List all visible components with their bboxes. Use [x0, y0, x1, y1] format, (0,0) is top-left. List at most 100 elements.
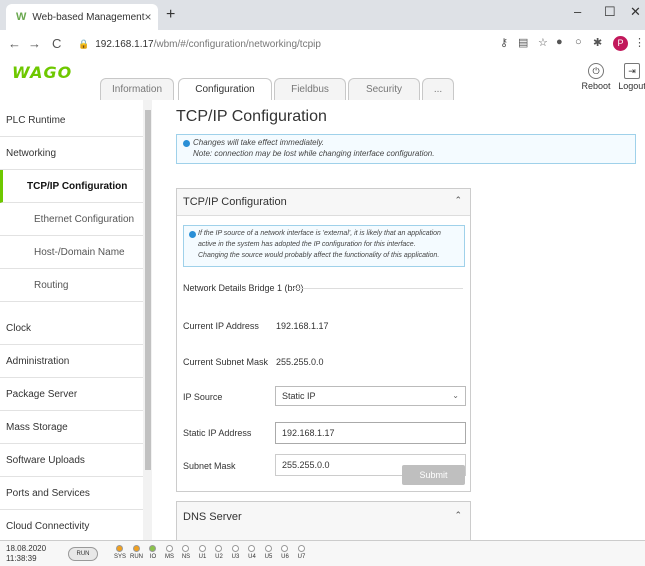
led-sys-icon	[116, 545, 123, 552]
star-icon[interactable]: ☆	[538, 36, 548, 49]
led-label: MS	[165, 554, 174, 560]
led-label: SYS	[113, 554, 126, 560]
chevron-up-icon[interactable]: ⌃	[454, 510, 462, 521]
back-arrow-icon[interactable]: ←	[8, 36, 21, 51]
notice-line-1: Changes will take effect immediately.	[193, 138, 325, 147]
sidebar-item-ports-and-services[interactable]: Ports and Services	[0, 477, 143, 510]
led-io-icon	[149, 545, 156, 552]
led-run-icon	[132, 545, 140, 552]
sidebar-item-networking[interactable]: Networking	[0, 137, 143, 170]
wago-favicon-icon: W	[16, 11, 27, 23]
sidebar-item-host-domain-name[interactable]: Host-/Domain Name	[0, 236, 143, 269]
logout-label: Logout	[618, 81, 645, 91]
sidebar-item-administration[interactable]: Administration	[0, 345, 143, 378]
ip-source-select[interactable]: Static IP ⌄	[275, 386, 466, 406]
info-icon	[189, 231, 196, 238]
sidebar-scrollbar-thumb[interactable]	[145, 110, 151, 470]
logout-button[interactable]: ⇥ Logout	[612, 63, 645, 91]
ip-source-label: IP Source	[183, 392, 223, 402]
led-label: U1	[198, 554, 207, 560]
tab-configuration[interactable]: Configuration	[178, 78, 272, 102]
tab-fieldbus[interactable]: Fieldbus	[274, 78, 346, 101]
main-content: TCP/IP Configuration Changes will take e…	[152, 100, 645, 540]
translate-icon[interactable]: ▤	[518, 36, 528, 49]
browser-tab[interactable]: W Web-based Management ×	[6, 4, 158, 30]
led-label: U7	[297, 554, 306, 560]
browser-tab-bar: W Web-based Management × + – ☐ ✕	[0, 0, 645, 30]
sidebar-item-mass-storage[interactable]: Mass Storage	[0, 411, 143, 444]
lock-icon: 🔒	[78, 38, 90, 49]
led-label: U5	[264, 554, 273, 560]
wago-logo: WAGO	[12, 63, 73, 82]
tab-more[interactable]: ...	[422, 78, 454, 101]
extension-icon[interactable]: ●	[556, 36, 563, 48]
app-header: WAGO Information Configuration Fieldbus …	[0, 58, 645, 102]
minimize-icon[interactable]: –	[574, 4, 581, 19]
ip-source-info: If the IP source of a network interface …	[183, 225, 465, 267]
led-label: U4	[248, 554, 256, 560]
led-label: U3	[231, 554, 240, 560]
maximize-icon[interactable]: ☐	[604, 4, 616, 20]
dns-panel[interactable]: DNS Server ⌃	[176, 501, 471, 540]
static-ip-input[interactable]: 192.168.1.17	[275, 422, 466, 444]
current-mask-label: Current Subnet Mask	[183, 357, 269, 367]
dns-panel-title: DNS Server	[183, 511, 242, 523]
tcpip-panel: TCP/IP Configuration ⌃ If the IP source …	[176, 188, 471, 492]
sidebar-item-tcpip-configuration[interactable]: TCP/IP Configuration	[0, 170, 143, 203]
current-ip-value: 192.168.1.17	[276, 321, 329, 331]
led-u2-icon	[215, 545, 222, 552]
address-bar: ← → C 🔒 192.168.1.17/wbm/#/configuration…	[0, 30, 645, 59]
url-path: /wbm/#/configuration/networking/tcpip	[153, 38, 321, 50]
led-label: U6	[281, 554, 289, 560]
submit-button[interactable]: Submit	[402, 465, 465, 485]
static-ip-label: Static IP Address	[183, 428, 252, 438]
current-mask-value: 255.255.0.0	[276, 357, 324, 367]
info-icon	[183, 140, 190, 147]
led-label: RUN	[130, 554, 143, 560]
menu-dots-icon[interactable]: ⋮	[634, 36, 645, 49]
new-tab-button[interactable]: +	[166, 6, 175, 24]
sidebar-item-routing[interactable]: Routing	[0, 269, 143, 302]
tab-information[interactable]: Information	[100, 78, 174, 101]
tab-security[interactable]: Security	[348, 78, 420, 101]
close-tab-icon[interactable]: ×	[145, 10, 152, 24]
puzzle-icon[interactable]: ✱	[593, 36, 602, 49]
reload-icon[interactable]: C	[52, 36, 61, 51]
forward-arrow-icon[interactable]: →	[28, 36, 41, 51]
browser-tab-title: Web-based Management	[32, 11, 145, 23]
chevron-down-icon: ⌄	[452, 391, 459, 400]
led-u7-icon	[297, 545, 305, 552]
profile-avatar[interactable]: P	[613, 36, 628, 51]
reboot-label: Reboot	[581, 81, 611, 91]
sidebar: PLC Runtime Networking TCP/IP Configurat…	[0, 100, 153, 540]
url-host: 192.168.1.17	[95, 38, 154, 50]
change-notice: Changes will take effect immediately. No…	[176, 134, 636, 164]
logout-icon: ⇥	[624, 63, 640, 79]
network-details-heading: Network Details Bridge 1 (br0)	[183, 283, 304, 293]
chevron-up-icon[interactable]: ⌃	[454, 195, 462, 206]
status-footer: 18.08.2020 11:38:39 RUN SYS RUN IO MS NS U1 U2…	[0, 540, 645, 566]
time: 11:38:39	[6, 554, 37, 563]
info-line-2: active in the system has adopted the IP …	[198, 241, 416, 248]
sidebar-item-cloud-connectivity[interactable]: Cloud Connectivity	[0, 510, 143, 540]
sidebar-item-package-server[interactable]: Package Server	[0, 378, 143, 411]
sidebar-item-software-uploads[interactable]: Software Uploads	[0, 444, 143, 477]
divider	[293, 288, 463, 289]
key-icon[interactable]: ⚷	[500, 36, 508, 49]
sidebar-item-clock[interactable]: Clock	[0, 312, 143, 345]
power-icon: ⏻	[588, 63, 604, 79]
reboot-button[interactable]: ⏻ Reboot	[576, 63, 616, 91]
led-label: NS	[181, 554, 191, 560]
tcpip-panel-header[interactable]: TCP/IP Configuration ⌃	[177, 189, 470, 216]
current-ip-label: Current IP Address	[183, 321, 259, 331]
url-field[interactable]: 🔒 192.168.1.17/wbm/#/configuration/netwo…	[78, 34, 488, 54]
close-window-icon[interactable]: ✕	[630, 4, 641, 20]
date: 18.08.2020	[6, 544, 47, 553]
page-title: TCP/IP Configuration	[176, 108, 327, 125]
led-label: U2	[215, 554, 223, 560]
led-label: IO	[149, 554, 157, 560]
info-line-3: Changing the source would probably affec…	[198, 252, 440, 259]
sidebar-item-ethernet-configuration[interactable]: Ethernet Configuration	[0, 203, 143, 236]
circle-icon[interactable]: ○	[575, 36, 582, 48]
sidebar-item-plc-runtime[interactable]: PLC Runtime	[0, 104, 143, 137]
